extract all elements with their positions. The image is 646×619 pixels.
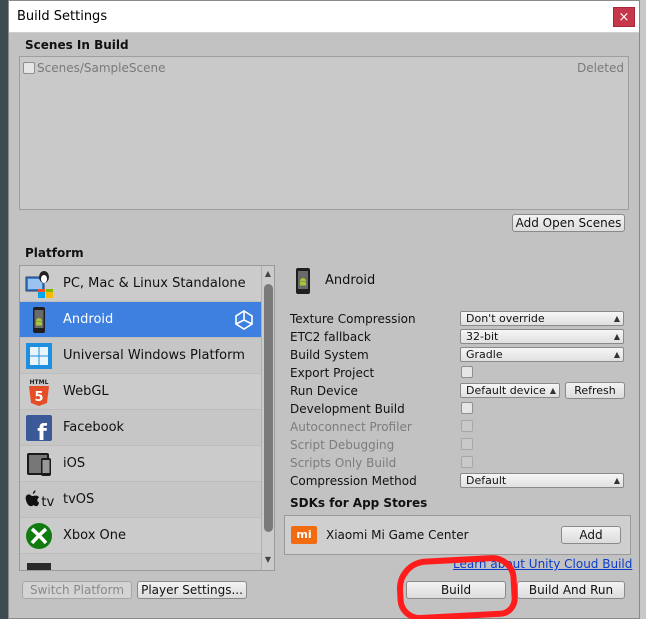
platform-item-partial[interactable] [20, 554, 261, 570]
red-annotation-circle [395, 553, 519, 619]
add-sdk-button[interactable]: Add [561, 526, 621, 544]
refresh-button[interactable]: Refresh [565, 382, 625, 399]
scene-checkbox[interactable] [23, 62, 35, 74]
scenes-list[interactable]: Scenes/SampleScene Deleted [19, 56, 629, 210]
build-system-label: Build System [290, 348, 369, 362]
scene-row[interactable]: Scenes/SampleScene Deleted [20, 59, 628, 77]
scenes-heading: Scenes In Build [25, 38, 129, 52]
platform-label: Facebook [63, 420, 125, 435]
export-project-label: Export Project [290, 366, 375, 380]
html5-number: 5 [34, 390, 43, 405]
platform-list[interactable]: PC, Mac & Linux Standalone Android Unive… [19, 265, 275, 571]
texture-compression-dropdown[interactable]: Don't override ▲ [460, 311, 624, 326]
facebook-glyph: f [37, 421, 47, 443]
switch-platform-button: Switch Platform [22, 581, 132, 599]
windows-icon [24, 341, 54, 371]
platform-item-pc-standalone[interactable]: PC, Mac & Linux Standalone [20, 266, 261, 302]
platform-scrollbar[interactable]: ▲ ▼ [261, 266, 274, 570]
dropdown-arrows-icon: ▲ [613, 350, 620, 359]
scroll-up-icon[interactable]: ▲ [262, 268, 274, 280]
platform-label: PC, Mac & Linux Standalone [63, 276, 246, 291]
platform-heading: Platform [25, 246, 84, 260]
platform-label: Xbox One [63, 528, 127, 543]
android-phone-icon [295, 267, 311, 295]
window-title: Build Settings [17, 9, 108, 24]
etc2-fallback-label: ETC2 fallback [290, 330, 371, 344]
platform-item-uwp[interactable]: Universal Windows Platform [20, 338, 261, 374]
platform-item-facebook[interactable]: f Facebook [20, 410, 261, 446]
script-debugging-label: Script Debugging [290, 438, 395, 452]
html5-icon: HTML 5 [24, 377, 54, 407]
dropdown-value: Default device [466, 384, 546, 397]
dropdown-arrows-icon: ▲ [613, 314, 620, 323]
platform-label: Universal Windows Platform [63, 348, 245, 363]
platform-label: iOS [63, 456, 86, 471]
player-settings-button[interactable]: Player Settings... [137, 581, 247, 599]
android-icon [24, 305, 54, 335]
sdks-heading: SDKs for App Stores [290, 496, 428, 510]
dropdown-value: Default [466, 474, 507, 487]
dropdown-value: 32-bit [466, 330, 499, 343]
selected-platform-title: Android [325, 273, 376, 288]
platform-label: Android [63, 312, 114, 327]
sdk-name: Xiaomi Mi Game Center [326, 528, 469, 542]
dropdown-value: Gradle [466, 348, 503, 361]
dropdown-arrows-icon: ▲ [549, 386, 556, 395]
dropdown-value: Don't override [466, 312, 545, 325]
script-debugging-checkbox [461, 438, 473, 450]
platform-item-tvos[interactable]: tv tvOS [20, 482, 261, 518]
autoconnect-profiler-checkbox [461, 420, 473, 432]
unity-logo-icon [234, 310, 254, 330]
build-system-dropdown[interactable]: Gradle ▲ [460, 347, 624, 362]
platform-label: WebGL [63, 384, 109, 399]
facebook-icon: f [24, 413, 54, 443]
compression-method-dropdown[interactable]: Default ▲ [460, 473, 624, 488]
scene-name: Scenes/SampleScene [37, 61, 166, 75]
xiaomi-logo-icon: mi [291, 526, 317, 544]
platform-item-android[interactable]: Android [20, 302, 261, 338]
autoconnect-profiler-label: Autoconnect Profiler [290, 420, 412, 434]
tvos-icon: tv [24, 485, 54, 515]
ios-icon [24, 449, 54, 479]
build-settings-window: Build Settings × Scenes In Build Scenes/… [8, 0, 640, 619]
etc2-fallback-dropdown[interactable]: 32-bit ▲ [460, 329, 624, 344]
run-device-dropdown[interactable]: Default device ▲ [460, 383, 560, 398]
dropdown-arrows-icon: ▲ [613, 332, 620, 341]
pc-standalone-icon [24, 269, 54, 299]
scroll-thumb[interactable] [264, 284, 273, 532]
scene-status: Deleted [576, 61, 624, 75]
dropdown-arrows-icon: ▲ [613, 476, 620, 485]
build-and-run-button[interactable]: Build And Run [517, 581, 625, 599]
compression-method-label: Compression Method [290, 474, 417, 488]
console-icon [24, 557, 54, 570]
title-bar[interactable]: Build Settings × [9, 1, 639, 33]
platform-label: tvOS [63, 492, 95, 507]
scroll-down-icon[interactable]: ▼ [262, 554, 274, 566]
platform-item-xbox[interactable]: Xbox One [20, 518, 261, 554]
html5-caption: HTML [30, 379, 49, 386]
texture-compression-label: Texture Compression [290, 312, 416, 326]
scripts-only-build-checkbox [461, 456, 473, 468]
sdk-row-xiaomi: mi Xiaomi Mi Game Center Add [284, 515, 631, 555]
development-build-checkbox[interactable] [461, 402, 473, 414]
platform-item-webgl[interactable]: HTML 5 WebGL [20, 374, 261, 410]
development-build-label: Development Build [290, 402, 405, 416]
platform-item-ios[interactable]: iOS [20, 446, 261, 482]
editor-background-left [0, 0, 8, 619]
xbox-icon [24, 521, 54, 551]
add-open-scenes-button[interactable]: Add Open Scenes [512, 214, 625, 232]
tvos-text: tv [41, 495, 54, 510]
close-button[interactable]: × [613, 7, 635, 27]
export-project-checkbox[interactable] [461, 366, 473, 378]
run-device-label: Run Device [290, 384, 358, 398]
scripts-only-build-label: Scripts Only Build [290, 456, 397, 470]
